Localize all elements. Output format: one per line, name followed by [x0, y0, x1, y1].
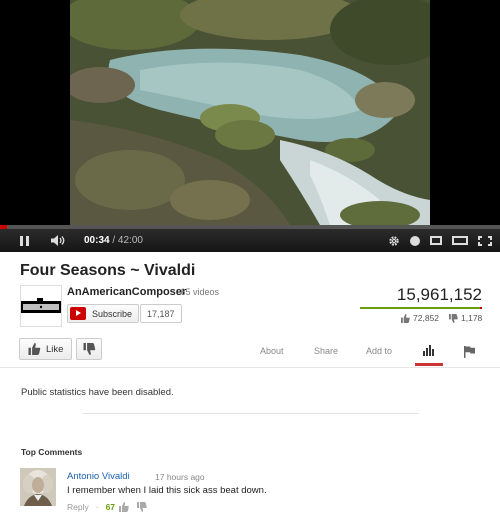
thumbs-down-icon [449, 313, 458, 323]
gear-icon[interactable] [388, 235, 400, 247]
comment-like-count: 67 [105, 502, 116, 512]
comment-time[interactable]: 17 hours ago [155, 472, 205, 482]
video-frame[interactable] [70, 0, 430, 225]
subscribe-button[interactable]: Subscribe [67, 304, 140, 323]
volume-icon[interactable] [48, 235, 70, 246]
player-controls: 00:34 / 42:00 [0, 229, 500, 252]
dislike-count-group: 1,178 [449, 313, 482, 323]
tab-statistics[interactable] [415, 341, 443, 366]
annotations-icon[interactable] [410, 235, 420, 246]
action-row: Like About Share Add to [0, 338, 500, 366]
small-player-icon[interactable] [430, 236, 442, 245]
comment-author[interactable]: Antonio Vivaldi [67, 471, 130, 482]
current-time: 00:34 [84, 235, 110, 246]
video-scene-image [70, 0, 430, 225]
duration: 42:00 [117, 235, 143, 246]
thumbs-up-icon [28, 343, 41, 355]
like-count-group: 72,852 [401, 313, 439, 323]
fullscreen-icon[interactable] [478, 235, 492, 246]
reply-link[interactable]: Reply [67, 502, 89, 512]
channel-avatar[interactable] [20, 285, 62, 327]
separator [83, 413, 419, 414]
like-label: Like [46, 343, 64, 355]
thumbs-up-icon [401, 313, 410, 323]
tab-share[interactable]: Share [314, 346, 338, 356]
dislike-count: 1,178 [461, 313, 483, 323]
comment-actions: Reply · 67 [67, 502, 147, 512]
channel-name[interactable]: AnAmericanComposer [67, 286, 186, 298]
like-ratio-fill [360, 307, 481, 309]
like-button[interactable]: Like [19, 338, 73, 360]
dislike-button[interactable] [76, 338, 102, 360]
time-display: 00:34 / 42:00 [84, 235, 143, 246]
comment-text: I remember when I laid this sick ass bea… [67, 485, 267, 496]
subscribe-label: Subscribe [92, 308, 133, 319]
view-count: 15,961,152 [396, 285, 482, 304]
tab-add-to[interactable]: Add to [366, 346, 392, 356]
thumbs-down-icon[interactable] [137, 502, 147, 512]
thumbs-down-icon [83, 343, 95, 355]
comments-heading: Top Comments [21, 447, 83, 457]
pause-icon[interactable] [14, 235, 34, 246]
flag-icon[interactable] [464, 345, 475, 363]
large-player-icon[interactable] [452, 236, 468, 245]
statistics-message: Public statistics have been disabled. [21, 387, 174, 398]
video-title: Four Seasons ~ Vivaldi [20, 262, 196, 279]
video-count[interactable]: · 65 videos [175, 287, 219, 297]
subscriber-count: 17,187 [140, 304, 182, 323]
divider [0, 367, 500, 368]
tab-about[interactable]: About [260, 346, 284, 356]
like-count: 72,852 [413, 313, 439, 323]
bar-chart-icon [423, 345, 434, 356]
like-ratio-bar [360, 307, 482, 309]
youtube-icon [70, 307, 86, 320]
thumbs-up-icon[interactable] [119, 502, 129, 512]
commenter-avatar[interactable] [20, 468, 56, 506]
video-player[interactable]: 00:34 / 42:00 [0, 0, 500, 252]
